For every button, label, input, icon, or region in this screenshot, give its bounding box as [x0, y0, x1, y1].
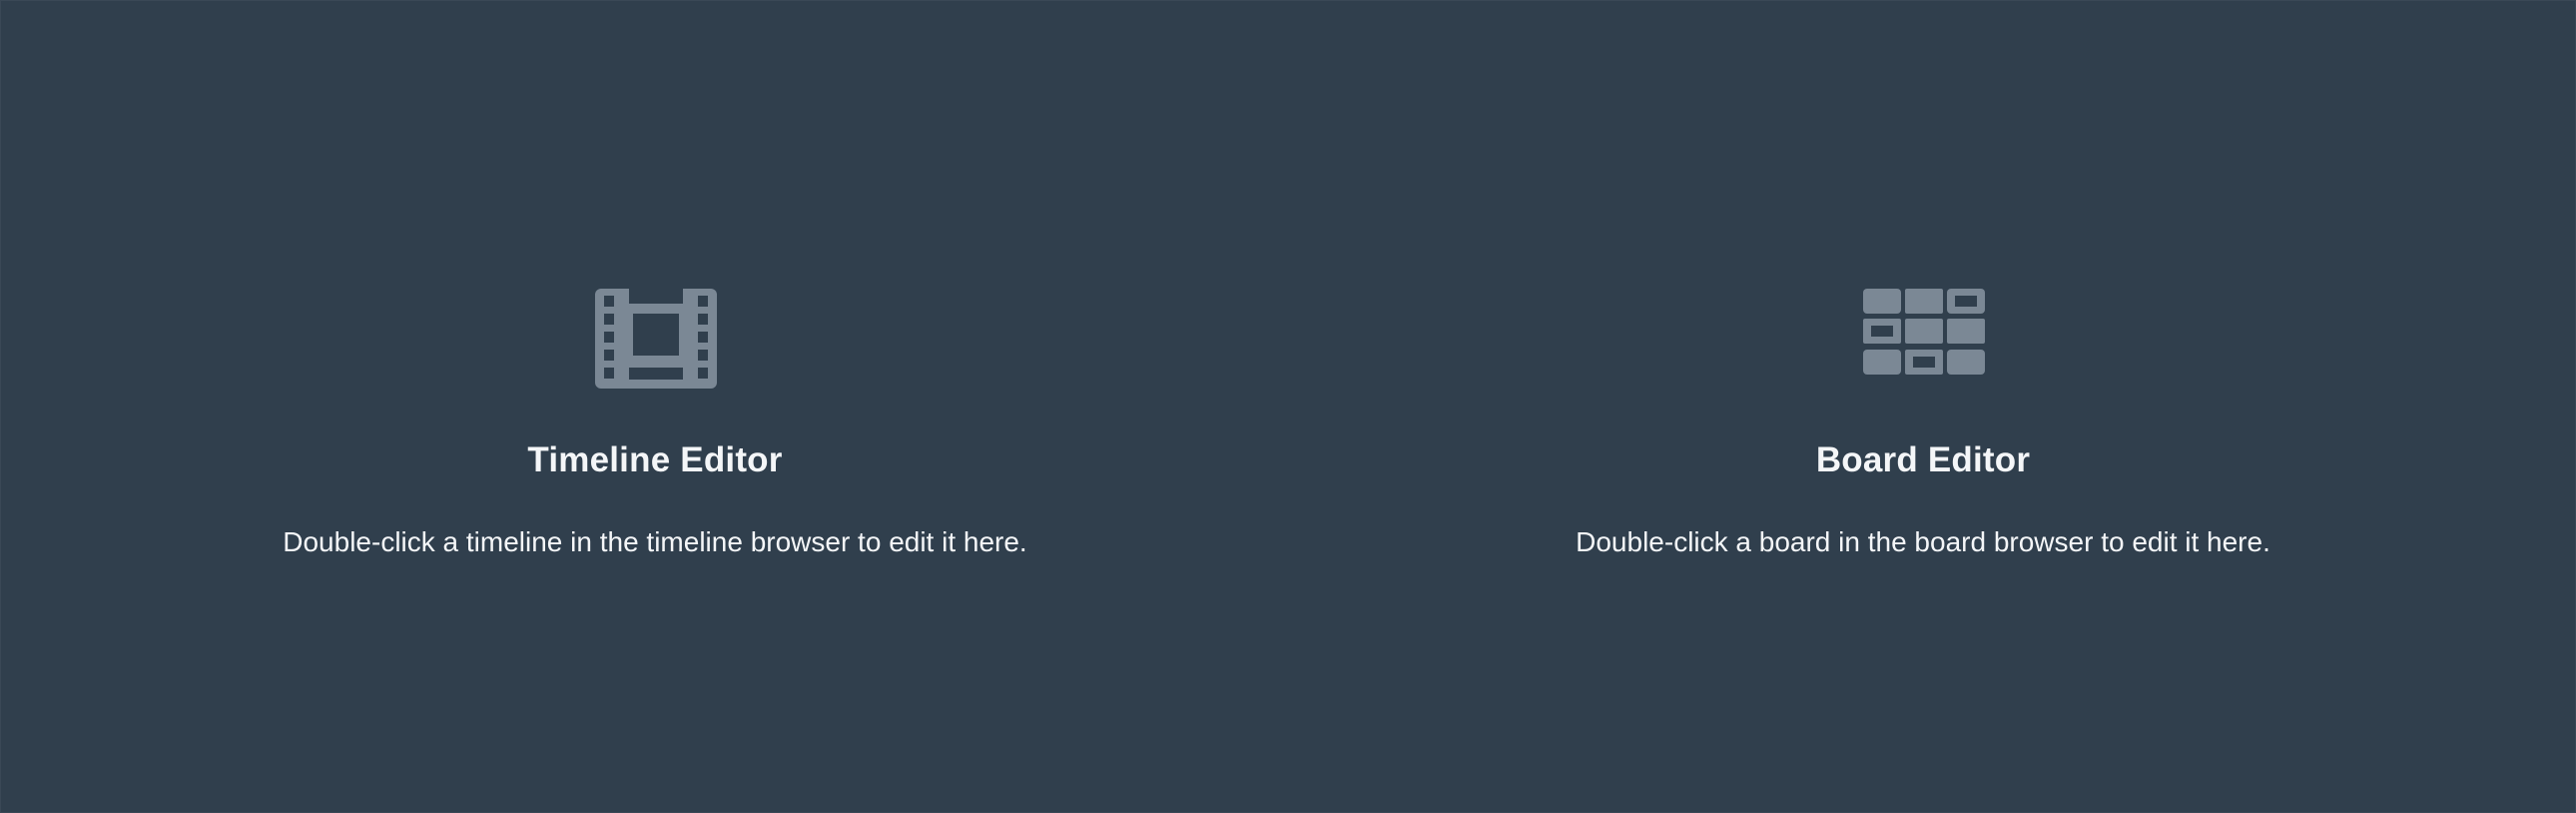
editor-area: Timeline Editor Double-click a timeline …: [0, 0, 2576, 813]
board-editor-description: Double-click a board in the board browse…: [1576, 526, 2270, 557]
timeline-editor-placeholder: Timeline Editor Double-click a timeline …: [1, 1, 1309, 812]
board-grid-icon: [1863, 289, 1985, 375]
board-editor-placeholder: Board Editor Double-click a board in the…: [1299, 1, 2547, 812]
film-icon: [595, 289, 717, 389]
board-editor-title: Board Editor: [1815, 440, 2031, 479]
timeline-editor-title: Timeline Editor: [527, 440, 783, 479]
timeline-editor-description: Double-click a timeline in the timeline …: [283, 526, 1027, 557]
